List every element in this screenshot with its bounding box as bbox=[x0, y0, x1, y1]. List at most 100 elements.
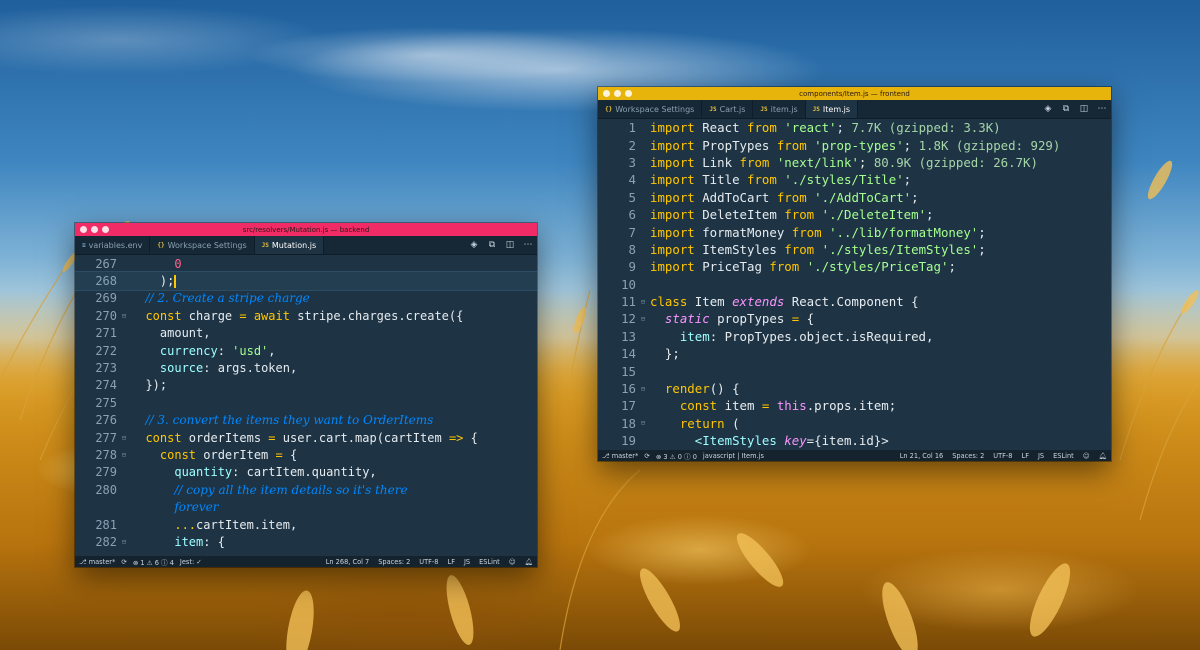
code-editor[interactable]: 1 import React from 'react'; 7.7K (gzippe… bbox=[598, 119, 1111, 450]
code-token: DeleteItem bbox=[694, 207, 785, 223]
eslint-status[interactable]: ESLint bbox=[479, 558, 500, 566]
more-actions-icon[interactable]: ⋯ bbox=[523, 240, 533, 250]
tab-variables-env[interactable]: ≡ variables.env bbox=[75, 236, 151, 254]
zoom-window-button[interactable] bbox=[625, 90, 632, 97]
titlebar[interactable]: components/Item.js — frontend bbox=[598, 87, 1111, 100]
code-token: Title bbox=[694, 172, 747, 188]
language-mode[interactable]: JS bbox=[464, 558, 470, 566]
editor-window-frontend: components/Item.js — frontend {} Workspa… bbox=[598, 87, 1111, 461]
code-token: formatMoney bbox=[694, 224, 792, 240]
json-file-icon: {} bbox=[605, 105, 613, 113]
fold-icon[interactable]: ⊟ bbox=[636, 315, 650, 323]
code-token: return bbox=[679, 415, 725, 431]
tab-workspace-settings[interactable]: {} Workspace Settings bbox=[150, 236, 255, 254]
problems-indicator[interactable]: ⊗ 3 ⚠ 0 ⓘ 0 bbox=[656, 451, 697, 461]
minimize-window-button[interactable] bbox=[91, 226, 98, 233]
fold-icon[interactable]: ⊟ bbox=[636, 298, 650, 306]
code-token: ; bbox=[911, 189, 919, 205]
minimize-window-button[interactable] bbox=[614, 90, 621, 97]
indentation[interactable]: Spaces: 2 bbox=[378, 558, 410, 566]
status-bar: ⎇ master* ⟳ ⊗ 1 ⚠ 6 ⓘ 4 Jest: ✓ Ln 268, … bbox=[75, 556, 537, 567]
feedback-smiley-icon[interactable]: ☺ bbox=[509, 558, 516, 566]
code-token: ; bbox=[978, 224, 986, 240]
line-number: 6 bbox=[628, 207, 636, 223]
language-mode[interactable]: JS bbox=[1038, 452, 1044, 460]
line-number: 278 bbox=[95, 447, 117, 462]
code-line: 19 <ItemStyles key={item.id}> bbox=[598, 432, 1111, 449]
js-file-icon: JS bbox=[261, 241, 269, 249]
tab-bar: ≡ variables.env {} Workspace Settings JS… bbox=[75, 236, 537, 255]
code-line: 10 bbox=[598, 276, 1111, 293]
git-branch-indicator[interactable]: ⎇ master* bbox=[79, 558, 115, 566]
code-token: class bbox=[650, 294, 688, 310]
line-number: 11 bbox=[621, 294, 636, 310]
code-comment: // 2. Create a stripe charge bbox=[145, 291, 310, 306]
notifications-bell-icon[interactable]: 🔔︎ bbox=[525, 558, 533, 566]
fold-icon[interactable]: ⊟ bbox=[117, 538, 131, 546]
code-token: , bbox=[268, 343, 276, 358]
window-title: src/resolvers/Mutation.js — backend bbox=[242, 225, 370, 234]
branch-name: master* bbox=[611, 451, 639, 460]
tab-item-js[interactable]: JS Item.js bbox=[805, 100, 859, 118]
open-changes-icon[interactable]: ⧉ bbox=[487, 240, 497, 250]
code-line: 9 import PriceTag from './styles/PriceTag… bbox=[598, 258, 1111, 275]
more-actions-icon[interactable]: ⋯ bbox=[1097, 104, 1107, 114]
line-ending[interactable]: LF bbox=[1022, 452, 1029, 460]
tab-workspace-settings[interactable]: {} Workspace Settings bbox=[598, 100, 703, 118]
code-token: : bbox=[217, 343, 233, 358]
problems-indicator[interactable]: ⊗ 1 ⚠ 6 ⓘ 4 bbox=[133, 557, 174, 567]
tab-cart-js[interactable]: JS Cart.js bbox=[702, 100, 754, 118]
git-compare-icon[interactable]: ◈ bbox=[1043, 104, 1053, 114]
code-token: currency bbox=[159, 343, 218, 358]
zoom-window-button[interactable] bbox=[102, 226, 109, 233]
code-token: key bbox=[776, 433, 807, 449]
code-line: 276 // 3. convert the items they want to… bbox=[75, 412, 537, 429]
cursor-position[interactable]: Ln 268, Col 7 bbox=[326, 558, 370, 566]
encoding[interactable]: UTF-8 bbox=[419, 558, 438, 566]
fold-icon[interactable]: ⊟ bbox=[636, 385, 650, 393]
close-window-button[interactable] bbox=[603, 90, 610, 97]
sync-icon[interactable]: ⟳ bbox=[121, 558, 127, 566]
eslint-status[interactable]: ESLint bbox=[1053, 452, 1074, 460]
line-number: 269 bbox=[95, 291, 117, 306]
line-ending[interactable]: LF bbox=[448, 558, 455, 566]
code-line: 14 }; bbox=[598, 345, 1111, 362]
sync-icon[interactable]: ⟳ bbox=[644, 452, 650, 460]
code-line: 17 const item = this.props.item; bbox=[598, 397, 1111, 414]
notifications-bell-icon[interactable]: 🔔︎ bbox=[1099, 452, 1107, 460]
tab-label: Item.js bbox=[822, 104, 851, 114]
code-line: 275 bbox=[75, 394, 537, 411]
titlebar[interactable]: src/resolvers/Mutation.js — backend bbox=[75, 223, 537, 236]
line-number: 282 bbox=[95, 534, 117, 549]
code-token: charge bbox=[181, 308, 240, 323]
fold-icon[interactable]: ⊟ bbox=[117, 434, 131, 442]
line-number: 275 bbox=[95, 395, 117, 410]
code-string: 'usd' bbox=[232, 343, 269, 358]
encoding[interactable]: UTF-8 bbox=[993, 452, 1012, 460]
fold-icon[interactable]: ⊟ bbox=[117, 451, 131, 459]
code-token: user.cart. bbox=[275, 430, 355, 445]
open-changes-icon[interactable]: ⧉ bbox=[1061, 104, 1071, 114]
fold-icon[interactable]: ⊟ bbox=[636, 419, 650, 427]
feedback-smiley-icon[interactable]: ☺ bbox=[1083, 452, 1090, 460]
import-cost-annotation: 1.8K (gzipped: 929) bbox=[911, 137, 1061, 153]
close-window-button[interactable] bbox=[80, 226, 87, 233]
git-compare-icon[interactable]: ◈ bbox=[469, 240, 479, 250]
jest-status[interactable]: Jest: ✓ bbox=[180, 558, 202, 566]
tab-item-js-lower[interactable]: JS item.js bbox=[753, 100, 806, 118]
code-editor[interactable]: 267 0 268 ); 269 // 2. Create a stripe c… bbox=[75, 255, 537, 556]
code-token: from bbox=[739, 154, 770, 170]
indentation[interactable]: Spaces: 2 bbox=[952, 452, 984, 460]
git-branch-indicator[interactable]: ⎇ master* bbox=[602, 452, 638, 460]
split-editor-icon[interactable]: ◫ bbox=[1079, 104, 1089, 114]
tab-mutation-js[interactable]: JS Mutation.js bbox=[254, 236, 325, 254]
line-number: 10 bbox=[621, 276, 636, 292]
code-token: : args.token, bbox=[203, 361, 298, 376]
split-editor-icon[interactable]: ◫ bbox=[505, 240, 515, 250]
cursor-position[interactable]: Ln 21, Col 16 bbox=[900, 452, 944, 460]
fold-icon[interactable]: ⊟ bbox=[117, 312, 131, 320]
line-number: 17 bbox=[621, 398, 636, 414]
code-line: 3 import Link from 'next/link'; 80.9K (gz… bbox=[598, 154, 1111, 171]
code-token: from bbox=[746, 172, 777, 188]
code-line: 273 source: args.token, bbox=[75, 359, 537, 376]
